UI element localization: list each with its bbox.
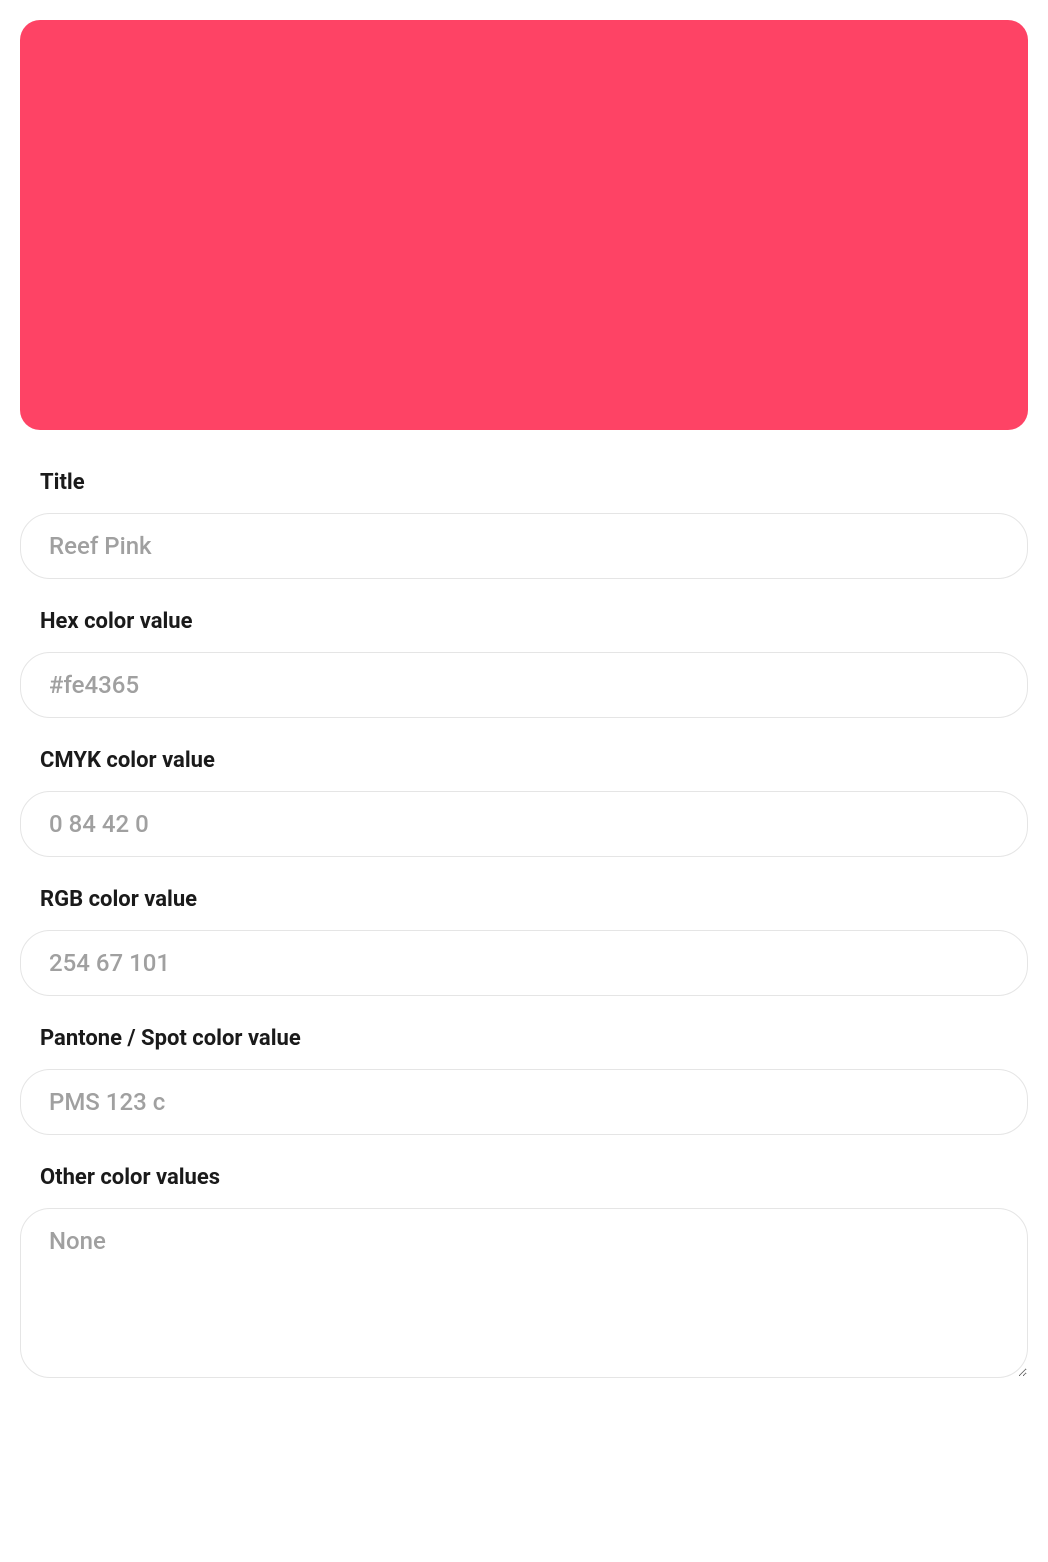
other-textarea[interactable] xyxy=(20,1208,1028,1378)
field-group-hex: Hex color value xyxy=(20,609,1028,718)
field-group-other: Other color values xyxy=(20,1165,1028,1382)
cmyk-input[interactable] xyxy=(20,791,1028,857)
field-group-cmyk: CMYK color value xyxy=(20,748,1028,857)
other-label: Other color values xyxy=(20,1165,1028,1190)
title-input[interactable] xyxy=(20,513,1028,579)
field-group-pantone: Pantone / Spot color value xyxy=(20,1026,1028,1135)
field-group-title: Title xyxy=(20,470,1028,579)
title-label: Title xyxy=(20,470,1028,495)
hex-label: Hex color value xyxy=(20,609,1028,634)
rgb-label: RGB color value xyxy=(20,887,1028,912)
cmyk-label: CMYK color value xyxy=(20,748,1028,773)
pantone-input[interactable] xyxy=(20,1069,1028,1135)
color-swatch xyxy=(20,20,1028,430)
hex-input[interactable] xyxy=(20,652,1028,718)
field-group-rgb: RGB color value xyxy=(20,887,1028,996)
rgb-input[interactable] xyxy=(20,930,1028,996)
pantone-label: Pantone / Spot color value xyxy=(20,1026,1028,1051)
